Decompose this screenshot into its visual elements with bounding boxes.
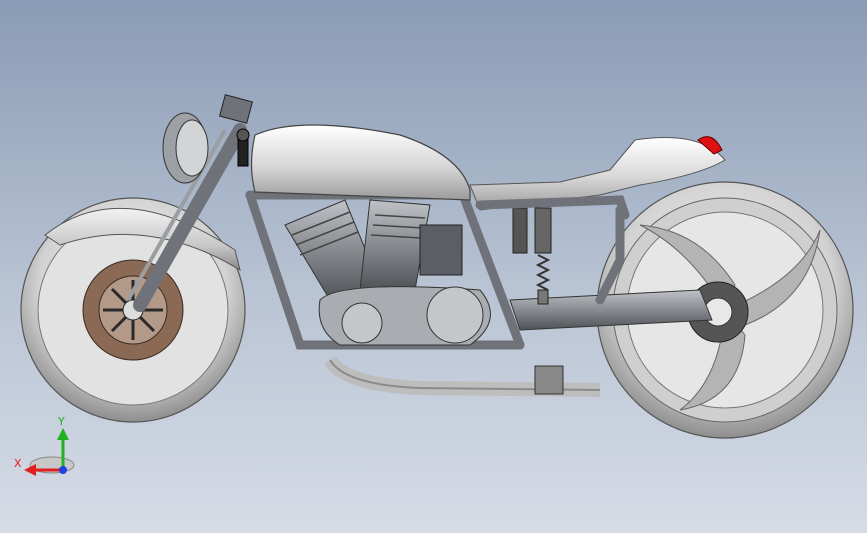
primary-cover: [341, 302, 383, 344]
rear-shock: [512, 207, 552, 305]
fuel-tank: [250, 124, 471, 201]
graphics-viewport[interactable]: X Y: [0, 0, 867, 533]
headlight: [162, 112, 209, 184]
triad-z-axis: [59, 466, 67, 474]
coordinate-triad: [24, 428, 75, 476]
engine: [284, 199, 491, 346]
exhaust-clamp: [534, 365, 564, 395]
triad-x-label: X: [14, 457, 22, 470]
motorcycle-model[interactable]: [0, 0, 867, 533]
triad-y-label: Y: [58, 415, 65, 428]
